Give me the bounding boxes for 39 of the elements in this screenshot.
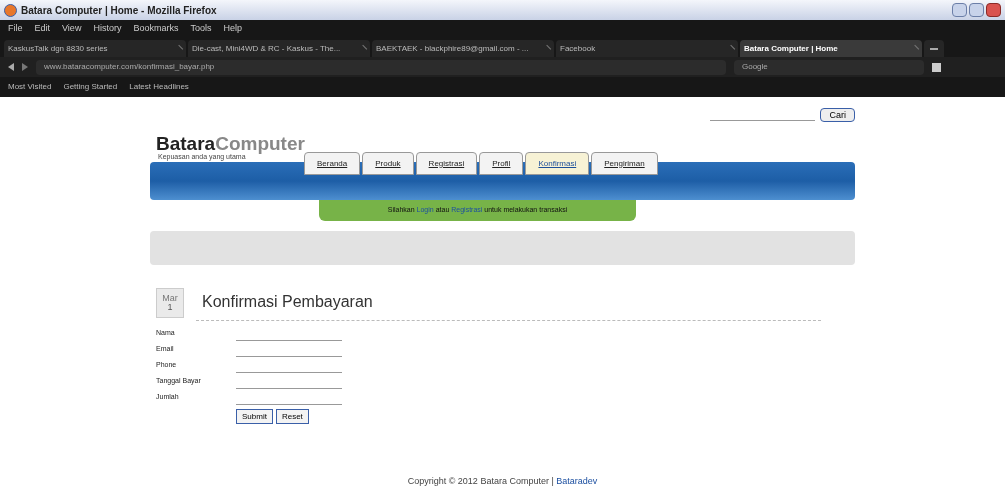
back-icon[interactable]: [8, 63, 14, 71]
date-day: 1: [167, 303, 173, 312]
maximize-button[interactable]: [969, 3, 984, 17]
menu-item[interactable]: Tools: [190, 21, 212, 36]
nav-tab[interactable]: Registrasi: [415, 152, 478, 175]
bookmark-item[interactable]: Getting Started: [63, 81, 118, 93]
address-bar[interactable]: www.bataracomputer.com/konfirmasi_bayar.php: [36, 59, 726, 75]
footer-link[interactable]: Bataradev: [556, 476, 598, 486]
menu-item[interactable]: Help: [223, 21, 242, 36]
close-button[interactable]: [986, 3, 1001, 17]
form-button[interactable]: Reset: [275, 409, 309, 424]
form-button[interactable]: Submit: [236, 409, 273, 424]
nav-tab[interactable]: Beranda: [304, 152, 361, 175]
search-field[interactable]: Google: [734, 59, 924, 75]
new-tab-icon[interactable]: [924, 40, 944, 57]
browser-tab[interactable]: BAEKTAEK - blackphire89@gmail.com - ...: [372, 40, 554, 57]
browser-tab[interactable]: KaskusTalk dgn 8830 series: [4, 40, 186, 57]
page-heading: Konfirmasi Pembayaran: [202, 292, 373, 312]
bookmark-item[interactable]: Latest Headlines: [129, 81, 189, 93]
menu-item[interactable]: View: [62, 21, 82, 36]
menu-item[interactable]: Edit: [34, 21, 51, 36]
browser-tab[interactable]: Batara Computer | Home: [740, 40, 922, 57]
minimize-button[interactable]: [952, 3, 967, 17]
nav-tab[interactable]: Pengiriman: [591, 152, 658, 175]
date-month: Mar: [162, 294, 178, 303]
footer-text: Copyright © 2012 Batara Computer | Bataradev: [407, 476, 598, 486]
window-title: Batara Computer | Home - Mozilla Firefox: [21, 3, 217, 18]
search-button[interactable]: Cari: [820, 108, 855, 122]
site-logo[interactable]: BataraComputer: [156, 133, 305, 154]
browser-tab[interactable]: Die-cast, Mini4WD & RC - Kaskus - The...: [188, 40, 370, 57]
nav-tab[interactable]: Profil: [479, 152, 524, 175]
menu-item[interactable]: File: [8, 21, 23, 36]
menu-item[interactable]: History: [93, 21, 122, 36]
nav-tab[interactable]: Produk: [362, 152, 414, 175]
browser-tab[interactable]: Facebook: [556, 40, 738, 57]
nav-tab[interactable]: Konfirmasi: [525, 152, 590, 175]
forward-icon[interactable]: [22, 63, 28, 71]
menu-item[interactable]: Bookmarks: [133, 21, 179, 36]
bookmark-item[interactable]: Most Visited: [8, 81, 52, 93]
